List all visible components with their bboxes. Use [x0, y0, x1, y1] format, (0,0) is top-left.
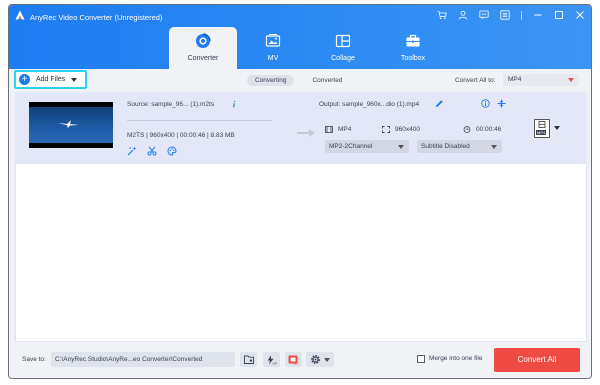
- subtitle-select[interactable]: Subtitle Disabled: [417, 140, 502, 153]
- source-size: 8.83 MB: [210, 132, 235, 139]
- gpu-acceleration-icon: ON: [288, 355, 298, 365]
- app-logo-icon: [15, 10, 25, 20]
- window-controls: [437, 10, 585, 20]
- convert-all-format-value: MP4: [508, 76, 522, 83]
- tab-label: MV: [267, 55, 279, 62]
- app-title: AnyRec Video Converter (Unregistered): [30, 13, 163, 22]
- source-resolution: 960x400: [149, 132, 175, 139]
- letterbox-bottom: [29, 143, 113, 148]
- chevron-down-icon[interactable]: [71, 77, 78, 82]
- tab-label: Toolbox: [400, 55, 426, 62]
- hardware-acceleration-icon: OFF: [267, 355, 278, 365]
- tab-label: Converter: [187, 55, 219, 62]
- save-path-select[interactable]: C:\AnyRec Studio\AnyRe...eo Converter\Co…: [51, 352, 269, 367]
- resize-icon: [382, 126, 390, 133]
- hardware-accel-button[interactable]: OFF: [263, 352, 280, 367]
- merge-checkbox[interactable]: [417, 355, 425, 363]
- maximize-icon[interactable]: [554, 10, 564, 20]
- letterbox-top: [29, 102, 113, 107]
- tab-converting[interactable]: Converting: [247, 75, 295, 86]
- format-thumb-label: MP4: [536, 130, 547, 135]
- toolbox-icon: [405, 33, 421, 49]
- chevron-down-icon: [491, 145, 497, 149]
- tab-label: Collage: [331, 55, 355, 62]
- compress-icon[interactable]: [497, 99, 506, 108]
- cart-icon[interactable]: [437, 10, 447, 20]
- tab-converted[interactable]: Converted: [304, 75, 350, 86]
- divider: [127, 120, 272, 121]
- source-duration: 00:00:46: [179, 132, 206, 139]
- footer-bar: Save to: C:\AnyRec Studio\AnyRe...eo Con…: [9, 344, 591, 378]
- info-icon[interactable]: [230, 100, 238, 108]
- enhance-icon[interactable]: [127, 146, 137, 156]
- save-to-label: Save to:: [22, 356, 46, 363]
- edit-name-icon[interactable]: [435, 99, 444, 108]
- cut-icon[interactable]: [147, 146, 157, 156]
- edit-tools: [127, 146, 177, 156]
- palette-icon[interactable]: [167, 146, 177, 156]
- format-file-icon: [538, 121, 546, 128]
- output-duration-info: 00:00:46: [463, 126, 501, 133]
- video-thumbnail[interactable]: [29, 102, 113, 148]
- tab-converter[interactable]: Converter: [169, 27, 237, 69]
- merge-label[interactable]: Merge into one file: [429, 355, 482, 362]
- save-path-value: C:\AnyRec Studio\AnyRe...eo Converter\Co…: [55, 356, 203, 363]
- convert-all-to-label: Convert All to:: [455, 77, 496, 84]
- title-bar-separator: [521, 10, 522, 20]
- svg-text:ON: ON: [293, 361, 297, 364]
- clock-icon: [463, 126, 471, 133]
- collage-icon: [335, 33, 351, 49]
- svg-text:OFF: OFF: [273, 361, 278, 364]
- user-icon[interactable]: [458, 10, 468, 20]
- chevron-down-icon: [568, 78, 574, 82]
- subtitle-value: Subtitle Disabled: [421, 143, 470, 150]
- add-files-label: Add Files: [36, 76, 66, 83]
- output-filename: Output: sample_960x...dio (1).mp4: [319, 101, 420, 108]
- audio-track-select[interactable]: MP2-2Channel: [325, 140, 409, 153]
- gpu-accel-button[interactable]: ON: [285, 352, 302, 367]
- audio-track-value: MP2-2Channel: [329, 143, 373, 150]
- mv-icon: [265, 33, 281, 49]
- tab-collage[interactable]: Collage: [309, 27, 377, 69]
- source-format: M2TS: [127, 132, 145, 139]
- arrow-right-icon: [296, 128, 316, 138]
- close-icon[interactable]: [575, 10, 585, 20]
- bird-image: [58, 120, 79, 128]
- minimize-icon[interactable]: [533, 10, 543, 20]
- tab-toolbox[interactable]: Toolbox: [379, 27, 447, 69]
- settings-dropdown[interactable]: [306, 352, 334, 367]
- gear-icon: [311, 355, 320, 364]
- convert-all-format-select[interactable]: MP4: [503, 74, 579, 86]
- output-format: MP4: [338, 126, 352, 133]
- output-resolution-info: 960x400: [382, 126, 420, 133]
- folder-icon: [243, 355, 254, 364]
- output-format-info: MP4: [325, 126, 351, 133]
- status-switch: Converting Converted: [247, 75, 350, 86]
- source-filename: Source: sample_96... (1).m2ts: [127, 101, 215, 108]
- convert-all-button[interactable]: Convert All: [494, 348, 580, 372]
- plus-icon: +: [19, 74, 30, 85]
- feedback-icon[interactable]: [479, 10, 489, 20]
- chevron-down-icon: [324, 358, 330, 362]
- converter-icon: [195, 33, 211, 49]
- file-list-empty-area: [15, 164, 587, 342]
- app-window: AnyRec Video Converter (Unregistered) Co…: [8, 4, 592, 379]
- main-tabs: Converter MV Collage Toolbox: [169, 27, 449, 69]
- toolbar: + Add Files Converting Converted Convert…: [9, 69, 591, 91]
- menu-icon[interactable]: [500, 10, 510, 20]
- tab-mv[interactable]: MV: [239, 27, 307, 69]
- output-info-icon[interactable]: [481, 99, 490, 108]
- source-info: M2TS | 960x400 | 00:00:46 | 8.83 MB: [127, 132, 235, 139]
- title-bar: AnyRec Video Converter (Unregistered) Co…: [9, 5, 591, 69]
- open-folder-button[interactable]: [240, 352, 257, 367]
- file-item: Source: sample_96... (1).m2ts M2TS | 960…: [15, 92, 587, 164]
- output-resolution: 960x400: [395, 126, 420, 133]
- chevron-down-icon[interactable]: [554, 126, 560, 130]
- add-files-button[interactable]: + Add Files: [14, 70, 87, 89]
- output-format-button[interactable]: MP4: [534, 119, 550, 138]
- film-icon: [325, 126, 333, 133]
- output-duration: 00:00:46: [476, 126, 502, 133]
- chevron-down-icon: [398, 145, 404, 149]
